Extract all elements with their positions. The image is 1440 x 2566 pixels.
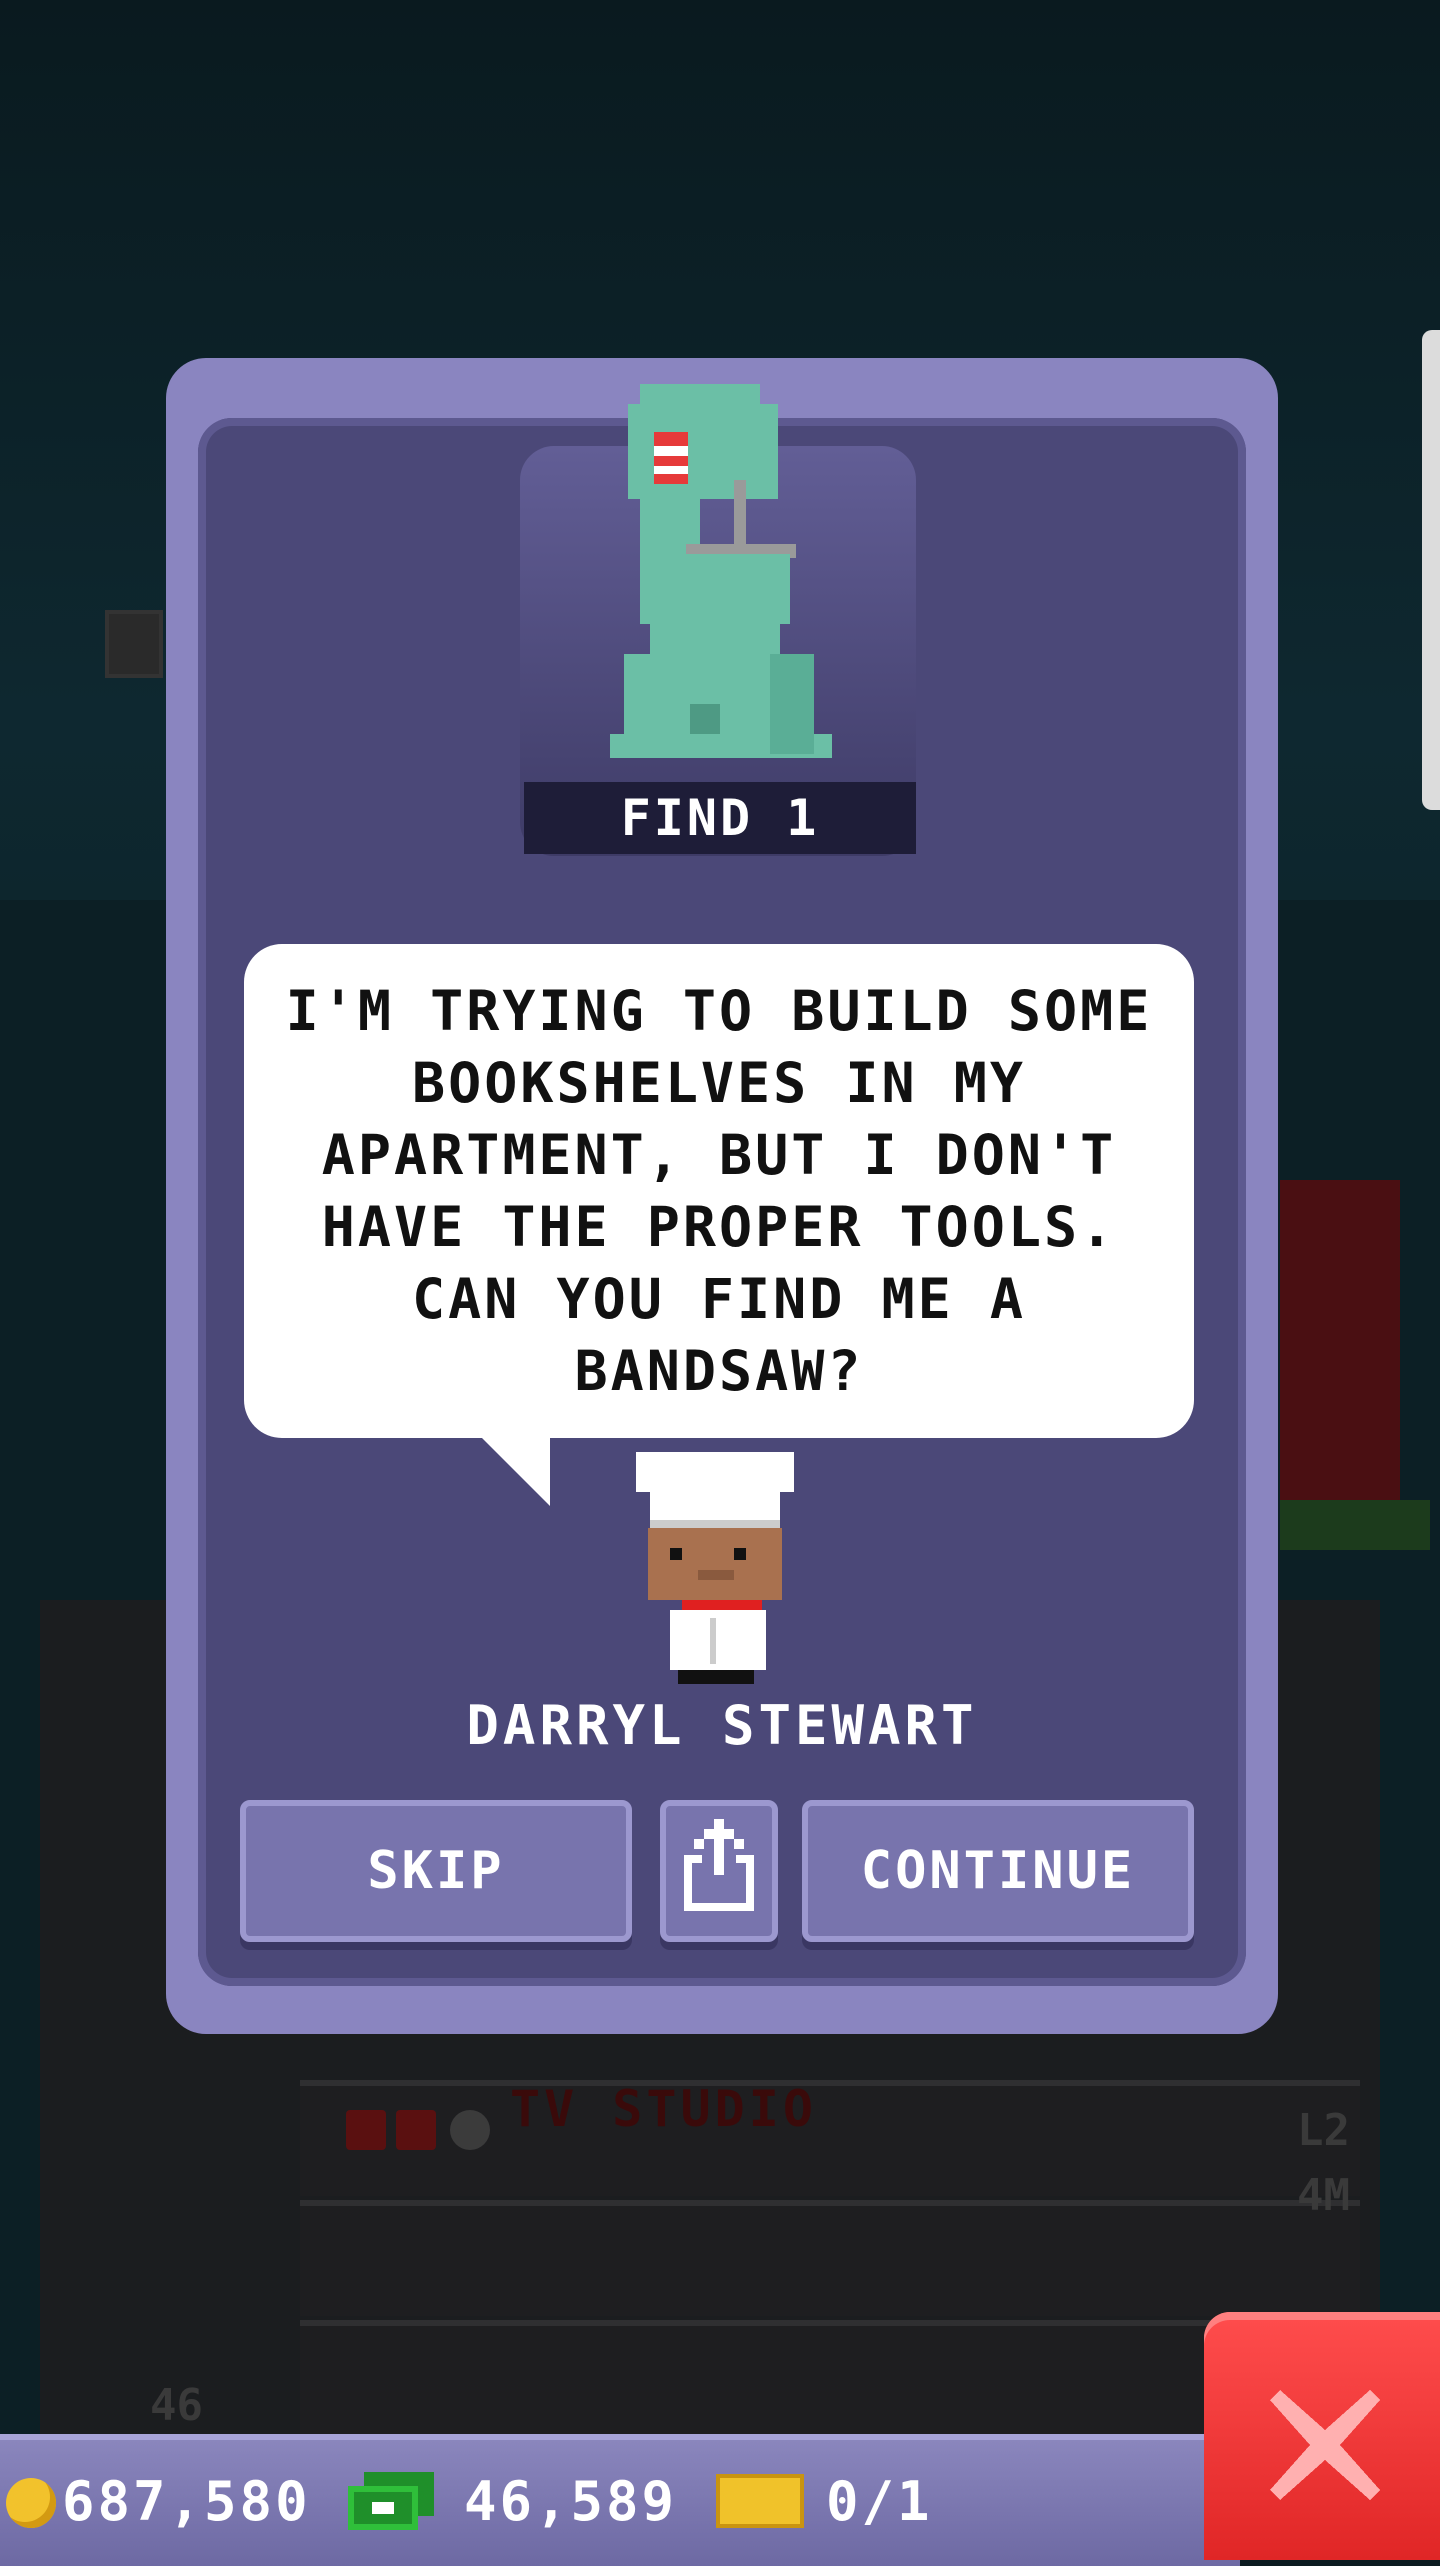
side-scroll-handle[interactable] — [1422, 330, 1440, 810]
street-sign — [105, 610, 163, 678]
floor-residence[interactable] — [300, 2200, 1360, 2316]
floor-name: TV STUDIO — [510, 2080, 817, 2138]
coin-count: 687,580 — [62, 2470, 311, 2533]
clock-icon — [450, 2110, 490, 2150]
share-button[interactable] — [660, 1800, 778, 1942]
background-building — [1280, 1180, 1400, 1500]
ticket-count: 0/1 — [826, 2470, 933, 2533]
find-count-label: FIND 1 — [524, 782, 916, 854]
coin-icon — [6, 2478, 56, 2528]
speech-bubble-tail — [480, 1436, 550, 1506]
continue-button[interactable]: CONTINUE — [802, 1800, 1194, 1942]
speech-text: I'M TRYING TO BUILD SOME BOOKSHELVES IN … — [285, 979, 1153, 1403]
close-icon — [1270, 2390, 1380, 2500]
floor-value: 4M — [1297, 2170, 1350, 2221]
status-x-icon — [396, 2110, 436, 2150]
bux-count: 46,589 — [464, 2470, 678, 2533]
grass-patch — [1280, 1500, 1430, 1550]
chef-avatar — [630, 1440, 800, 1700]
speech-bubble: I'M TRYING TO BUILD SOME BOOKSHELVES IN … — [244, 944, 1194, 1438]
bandsaw-icon — [600, 384, 840, 774]
skip-button[interactable]: SKIP — [240, 1800, 632, 1942]
status-x-icon — [346, 2110, 386, 2150]
floor-level: L2 — [1297, 2105, 1350, 2156]
tower-bux-icon — [348, 2472, 434, 2532]
character-name: DARRYL STEWART — [466, 1694, 978, 1757]
share-icon — [680, 1818, 758, 1924]
golden-ticket-icon — [716, 2474, 804, 2528]
floor-lower[interactable] — [300, 2320, 1360, 2436]
floor-number: 46 — [150, 2380, 203, 2431]
